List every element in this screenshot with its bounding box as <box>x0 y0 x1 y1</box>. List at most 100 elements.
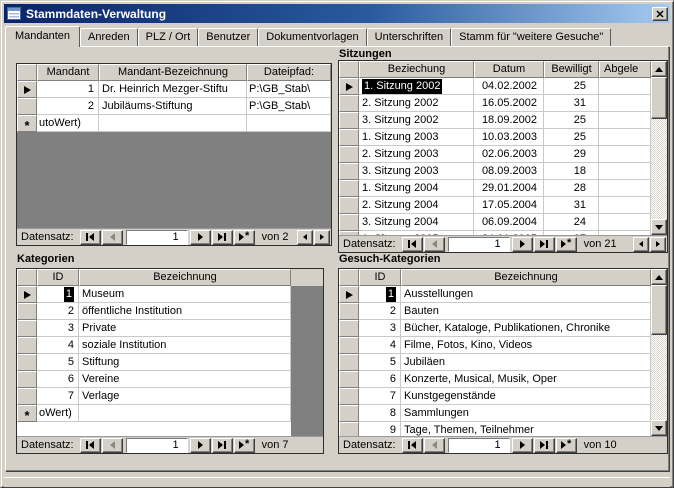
row-selector[interactable] <box>17 371 37 388</box>
table-cell[interactable] <box>599 180 651 197</box>
table-cell[interactable]: Ausstellungen <box>401 286 651 303</box>
last-record-button[interactable] <box>534 438 555 453</box>
record-number-input[interactable] <box>126 230 188 245</box>
table-cell[interactable]: 9 <box>359 422 401 436</box>
column-header[interactable]: Bezeichnung <box>79 269 291 286</box>
column-header[interactable]: ID <box>359 269 401 286</box>
table-cell[interactable]: 16.05.2002 <box>474 95 544 112</box>
table-cell[interactable]: 1. Sitzung 2003 <box>359 129 474 146</box>
select-all-corner[interactable] <box>339 269 359 286</box>
vertical-scrollbar[interactable] <box>651 269 667 436</box>
record-number-input[interactable] <box>126 438 188 453</box>
table-cell[interactable]: Filme, Fotos, Kino, Videos <box>401 337 651 354</box>
row-selector[interactable] <box>339 286 359 303</box>
table-cell[interactable]: 8 <box>359 405 401 422</box>
row-selector[interactable] <box>339 303 359 320</box>
table-cell[interactable]: Dr. Heinrich Mezger-Stiftu <box>99 81 247 98</box>
table-cell[interactable]: 31 <box>544 95 599 112</box>
row-selector[interactable] <box>339 197 359 214</box>
close-button[interactable] <box>652 7 668 21</box>
row-selector[interactable] <box>339 214 359 231</box>
table-cell[interactable]: Museum <box>79 286 291 303</box>
select-all-corner[interactable] <box>339 61 359 78</box>
table-cell[interactable]: Sammlungen <box>401 405 651 422</box>
row-selector[interactable] <box>339 180 359 197</box>
table-cell[interactable] <box>599 163 651 180</box>
row-selector[interactable] <box>339 78 359 95</box>
table-cell[interactable]: 28 <box>544 180 599 197</box>
row-selector[interactable] <box>339 422 359 436</box>
table-cell[interactable]: 4 <box>359 337 401 354</box>
table-cell[interactable]: 29 <box>544 146 599 163</box>
column-header[interactable]: Mandant <box>37 64 99 81</box>
column-header[interactable]: ID <box>37 269 79 286</box>
row-selector[interactable] <box>17 388 37 405</box>
row-selector[interactable] <box>339 371 359 388</box>
table-cell[interactable]: 5 <box>359 354 401 371</box>
first-record-button[interactable] <box>402 438 423 453</box>
row-selector[interactable] <box>339 112 359 129</box>
record-number-input[interactable] <box>448 237 510 252</box>
table-cell[interactable]: 18 <box>544 163 599 180</box>
scrollbar-track[interactable] <box>651 77 667 219</box>
table-cell[interactable]: 3. Sitzung 2003 <box>359 163 474 180</box>
row-selector[interactable] <box>339 95 359 112</box>
table-cell[interactable]: 7 <box>37 388 79 405</box>
table-cell[interactable]: 2. Sitzung 2002 <box>359 95 474 112</box>
table-cell[interactable]: 2. Sitzung 2003 <box>359 146 474 163</box>
scrollbar-track[interactable] <box>651 285 667 420</box>
table-cell[interactable]: 3 <box>37 320 79 337</box>
row-selector[interactable] <box>339 146 359 163</box>
table-cell[interactable]: Tage, Themen, Teilnehmer <box>401 422 651 436</box>
table-cell[interactable]: Bücher, Kataloge, Publikationen, Chronik… <box>401 320 651 337</box>
scroll-down-button[interactable] <box>651 420 667 436</box>
last-record-button[interactable] <box>212 230 233 245</box>
record-number-input[interactable] <box>448 438 510 453</box>
table-cell[interactable]: 1. Sitzung 2002 <box>359 78 474 95</box>
row-selector[interactable] <box>17 337 37 354</box>
tab-mandanten[interactable]: Mandanten <box>5 26 80 47</box>
row-selector[interactable] <box>339 320 359 337</box>
new-record-selector[interactable]: * <box>17 405 37 422</box>
row-selector[interactable] <box>339 163 359 180</box>
table-cell[interactable]: 25 <box>544 78 599 95</box>
table-cell[interactable]: 7 <box>359 388 401 405</box>
row-selector[interactable] <box>17 81 37 98</box>
row-selector[interactable] <box>17 320 37 337</box>
select-all-corner[interactable] <box>17 64 37 81</box>
row-selector[interactable] <box>339 231 359 235</box>
column-header[interactable]: Beziechung <box>359 61 474 78</box>
scroll-left-button[interactable] <box>297 230 313 245</box>
table-cell[interactable]: 24.01.2005 <box>474 231 544 235</box>
previous-record-button[interactable] <box>424 438 445 453</box>
next-record-button[interactable] <box>190 230 211 245</box>
table-cell[interactable]: Jubiläen <box>401 354 651 371</box>
next-record-button[interactable] <box>512 438 533 453</box>
table-cell[interactable]: Kunstgegenstände <box>401 388 651 405</box>
vertical-scrollbar[interactable] <box>651 61 667 235</box>
scroll-down-button[interactable] <box>651 219 667 235</box>
table-cell[interactable]: 1. Sitzung 2005 <box>359 231 474 235</box>
table-cell[interactable]: 5 <box>37 354 79 371</box>
tab-stamm-weitere-gesuche[interactable]: Stamm für "weitere Gesuche" <box>451 28 611 46</box>
table-cell[interactable]: 18.09.2002 <box>474 112 544 129</box>
next-record-button[interactable] <box>190 438 211 453</box>
column-header[interactable]: Bewilligt <box>544 61 599 78</box>
scrollbar-thumb[interactable] <box>651 285 667 335</box>
table-cell[interactable]: 08.09.2003 <box>474 163 544 180</box>
table-cell[interactable]: 31 <box>544 197 599 214</box>
scrollbar-thumb[interactable] <box>651 77 667 119</box>
table-cell[interactable]: Private <box>79 320 291 337</box>
scroll-up-button[interactable] <box>651 61 667 77</box>
table-cell[interactable]: 24 <box>544 214 599 231</box>
scroll-up-button[interactable] <box>651 269 667 285</box>
table-cell[interactable]: 3. Sitzung 2004 <box>359 214 474 231</box>
table-cell[interactable]: oWert) <box>37 405 79 422</box>
table-cell[interactable] <box>599 95 651 112</box>
table-cell[interactable]: 17.05.2004 <box>474 197 544 214</box>
table-cell[interactable]: 04.02.2002 <box>474 78 544 95</box>
table-cell[interactable]: 27 <box>544 231 599 235</box>
previous-record-button[interactable] <box>424 237 445 252</box>
tab-unterschriften[interactable]: Unterschriften <box>367 28 451 46</box>
row-selector[interactable] <box>339 337 359 354</box>
